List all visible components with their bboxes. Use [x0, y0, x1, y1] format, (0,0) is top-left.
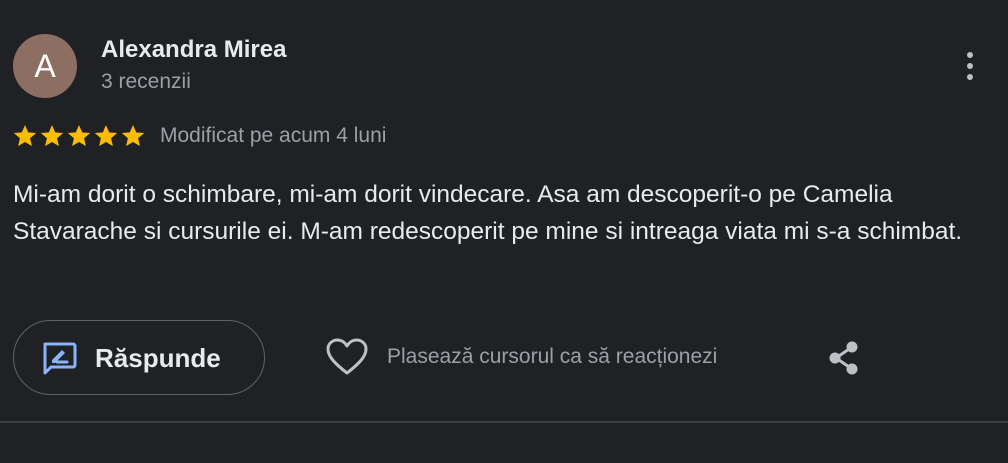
author-name[interactable]: Alexandra Mirea: [101, 36, 286, 64]
rating-row: Modificat pe acum 4 luni: [12, 122, 386, 150]
star-icon: [94, 124, 118, 147]
heart-icon: [326, 338, 368, 375]
share-button[interactable]: [822, 336, 866, 380]
star-icon: [13, 124, 37, 147]
more-vert-icon-dot: [967, 74, 973, 80]
star-icon: [121, 124, 145, 147]
react-label: Plasează cursorul ca să reacționezi: [387, 345, 718, 368]
share-icon: [829, 341, 858, 375]
reply-button[interactable]: Răspunde: [13, 320, 265, 395]
divider: [0, 421, 1008, 423]
more-vert-icon-dot: [967, 63, 973, 69]
star-icon: [67, 124, 91, 147]
reply-label: Răspunde: [95, 343, 221, 373]
review-date: Modificat pe acum 4 luni: [160, 124, 387, 147]
review-card: A Alexandra Mirea 3 recenzii Modificat p…: [0, 0, 1008, 463]
author-review-count: 3 recenzii: [101, 70, 191, 93]
star-icon: [40, 124, 64, 147]
review-text: Mi-am dorit o schimbare, mi-am dorit vin…: [13, 181, 963, 245]
reply-edit-icon: [43, 342, 77, 375]
more-vert-icon-dot: [967, 52, 973, 58]
avatar-initial: A: [34, 47, 56, 84]
more-options-button[interactable]: [952, 44, 988, 88]
avatar[interactable]: A: [13, 34, 77, 98]
react-button[interactable]: Plasează cursorul ca să reacționezi: [326, 337, 717, 377]
star-rating: [12, 123, 146, 149]
